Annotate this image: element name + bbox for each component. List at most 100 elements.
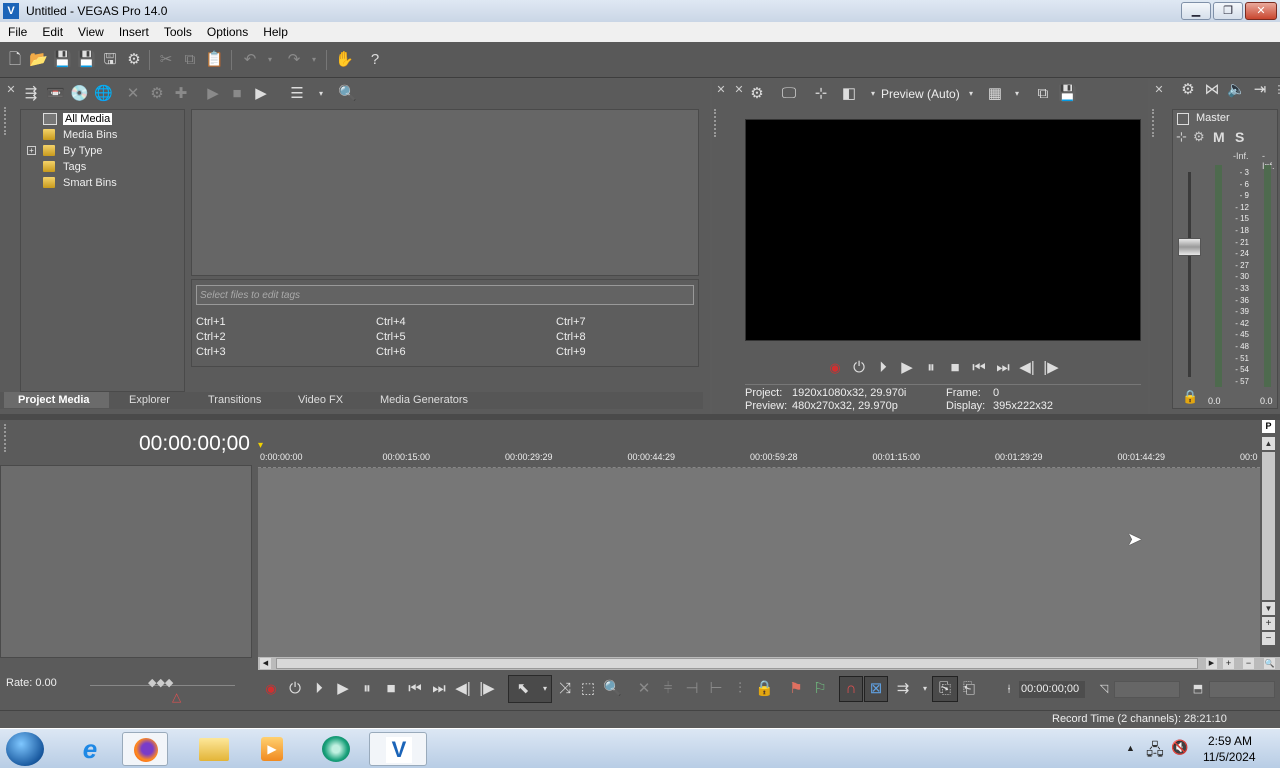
minimize-button[interactable]: ▁ xyxy=(1181,2,1211,20)
zoom-out-vertical-icon[interactable]: − xyxy=(1262,632,1275,645)
trim-icon[interactable]: ⫩ xyxy=(659,680,677,698)
import-media-icon[interactable]: ⇶ xyxy=(22,85,40,103)
menu-help[interactable]: Help xyxy=(263,25,288,39)
timeline-horizontal-scrollbar[interactable]: ◀ ▶ + − 🔍 xyxy=(258,657,1280,670)
file-explorer-button[interactable] xyxy=(190,732,236,766)
downmix-icon[interactable]: ⋈ xyxy=(1203,81,1221,99)
stop-media-icon[interactable]: ■ xyxy=(228,85,246,103)
split-dropdown-icon[interactable]: ▾ xyxy=(864,85,882,103)
timeline-ruler-area[interactable]: ▾ 0:00:00:00 00:00:15:00 00:00:29:29 00:00:… xyxy=(258,420,1260,468)
menu-insert[interactable]: Insert xyxy=(119,25,149,39)
app-taskbar-button[interactable] xyxy=(313,732,359,766)
time-ruler[interactable]: 0:00:00:00 00:00:15:00 00:00:29:29 00:00:44… xyxy=(258,450,1260,468)
panel-close-icon[interactable]: ✕ xyxy=(2,81,20,99)
tree-item-by-type[interactable]: + By Type xyxy=(27,143,103,158)
insert-region-icon[interactable]: ⚐ xyxy=(811,680,829,698)
video-fx-icon[interactable]: ⊹ xyxy=(812,85,830,103)
start-button[interactable] xyxy=(6,732,44,766)
network-icon[interactable]: 🖧 xyxy=(1146,739,1164,766)
show-hidden-icons-icon[interactable]: ▲ xyxy=(1126,743,1135,753)
redo-dropdown-icon[interactable]: ▾ xyxy=(305,51,323,69)
video-preview-screen[interactable] xyxy=(745,119,1141,341)
external-monitor-icon[interactable]: 🖵 xyxy=(780,85,798,103)
panel-close-icon[interactable]: ✕ xyxy=(1150,81,1168,99)
save-snapshot-icon[interactable]: 💾 xyxy=(1058,85,1077,103)
menu-file[interactable]: File xyxy=(8,25,27,39)
go-to-end-icon[interactable]: ⏭ xyxy=(430,680,448,698)
new-project-icon[interactable]: 🗋 xyxy=(6,51,24,69)
close-button[interactable]: ✕ xyxy=(1245,2,1277,20)
panel-grip[interactable] xyxy=(4,424,8,452)
selection-start-field[interactable] xyxy=(1114,681,1180,698)
envelope-tool-icon[interactable]: ⤨ xyxy=(556,680,574,698)
overlays-grid-icon[interactable]: ▦ xyxy=(986,85,1004,103)
save-as-icon[interactable]: 💾 xyxy=(77,51,96,69)
dim-output-icon[interactable]: ⇥ xyxy=(1251,81,1269,99)
speaker-icon[interactable]: 🔈 xyxy=(1227,81,1246,99)
next-frame-icon[interactable]: |▶ xyxy=(478,680,496,698)
zoom-in-vertical-icon[interactable]: + xyxy=(1262,617,1275,630)
previous-frame-icon[interactable]: ◀| xyxy=(454,680,472,698)
snapping-magnet-icon[interactable]: ∩ xyxy=(842,680,860,698)
master-fx-icon[interactable]: ⊹ xyxy=(1176,129,1187,145)
tree-item-smart-bins[interactable]: Smart Bins xyxy=(43,175,117,190)
zoom-out-horizontal-icon[interactable]: − xyxy=(1243,658,1254,669)
cursor-hand-icon[interactable]: ✋ xyxy=(335,51,354,69)
whats-this-help-icon[interactable]: ? xyxy=(366,51,384,69)
auto-preview-icon[interactable]: ▶ xyxy=(252,85,270,103)
cut-icon[interactable]: ✂ xyxy=(157,51,175,69)
rate-slider-thumb-icon[interactable]: ◆◆◆ xyxy=(148,676,173,689)
tag-input[interactable]: Select files to edit tags xyxy=(196,285,694,305)
views-dropdown-icon[interactable]: ▾ xyxy=(312,85,330,103)
clock-time[interactable]: 2:59 AM xyxy=(1208,734,1252,748)
render-as-icon[interactable]: 🖫 xyxy=(101,51,119,69)
scroll-down-icon[interactable]: ▼ xyxy=(1262,602,1275,615)
menu-view[interactable]: View xyxy=(78,25,104,39)
master-settings-icon[interactable]: ⚙ xyxy=(1193,129,1205,145)
auto-crossfade-icon[interactable]: ⊠ xyxy=(867,680,885,698)
volume-fader[interactable] xyxy=(1178,238,1201,256)
scroll-up-icon[interactable]: ▲ xyxy=(1262,437,1275,450)
trim-start-icon[interactable]: ⊣ xyxy=(683,680,701,698)
split-icon[interactable]: ⫶ xyxy=(731,680,749,698)
panel-grip[interactable] xyxy=(4,107,8,135)
remove-media-icon[interactable]: ✕ xyxy=(124,85,142,103)
auto-ripple-icon[interactable]: ⇉ xyxy=(894,680,912,698)
vegas-taskbar-button[interactable]: V xyxy=(369,732,427,766)
go-to-end-icon[interactable]: ⏭ xyxy=(994,359,1012,377)
volume-muted-icon[interactable]: 🔇 xyxy=(1171,739,1188,756)
cursor-time-field[interactable]: 00:00:00;00 xyxy=(1019,681,1085,698)
solo-button[interactable]: S xyxy=(1235,129,1244,145)
markers-icon[interactable]: P xyxy=(1262,420,1275,433)
zoom-in-horizontal-icon[interactable]: + xyxy=(1223,658,1234,669)
play-media-icon[interactable]: ▶ xyxy=(204,85,222,103)
loop-playback-icon[interactable]: ⏻ xyxy=(850,359,868,377)
open-icon[interactable]: 📂 xyxy=(29,51,48,69)
timecode-display[interactable]: 00:00:00;00 xyxy=(139,432,250,456)
preview-quality-dropdown-icon[interactable]: ▾ xyxy=(962,85,980,103)
scroll-thumb[interactable] xyxy=(276,658,1198,669)
media-plugin-icon[interactable]: ✚ xyxy=(172,85,190,103)
redo-icon[interactable]: ↷ xyxy=(285,51,303,69)
properties-icon[interactable]: ⚙ xyxy=(125,51,143,69)
tree-item-all-media[interactable]: All Media xyxy=(43,111,113,126)
track-headers-area[interactable] xyxy=(0,465,252,658)
web-media-icon[interactable]: 🌐 xyxy=(94,85,113,103)
undo-icon[interactable]: ↶ xyxy=(241,51,259,69)
panel-close-icon[interactable]: ✕ xyxy=(730,81,748,99)
capture-video-icon[interactable]: 📼 xyxy=(46,85,65,103)
previous-frame-icon[interactable]: ◀| xyxy=(1018,359,1036,377)
pause-icon[interactable]: ⏸ xyxy=(922,359,940,377)
copy-snapshot-icon[interactable]: ⧉ xyxy=(1034,85,1052,103)
tab-explorer[interactable]: Explorer xyxy=(129,392,170,408)
clock-date[interactable]: 11/5/2024 xyxy=(1203,750,1256,764)
play-from-start-icon[interactable]: ⏵ xyxy=(310,680,328,698)
panel-grip[interactable] xyxy=(1152,109,1156,137)
timeline-tracks[interactable] xyxy=(258,468,1260,657)
lock-envelopes-icon[interactable]: ⎘ xyxy=(936,680,954,698)
stop-icon[interactable]: ■ xyxy=(946,359,964,377)
mute-button[interactable]: M xyxy=(1213,129,1225,145)
split-screen-icon[interactable]: ◧ xyxy=(840,85,858,103)
go-to-start-icon[interactable]: ⏮ xyxy=(406,680,424,698)
scroll-right-icon[interactable]: ▶ xyxy=(1206,658,1217,669)
